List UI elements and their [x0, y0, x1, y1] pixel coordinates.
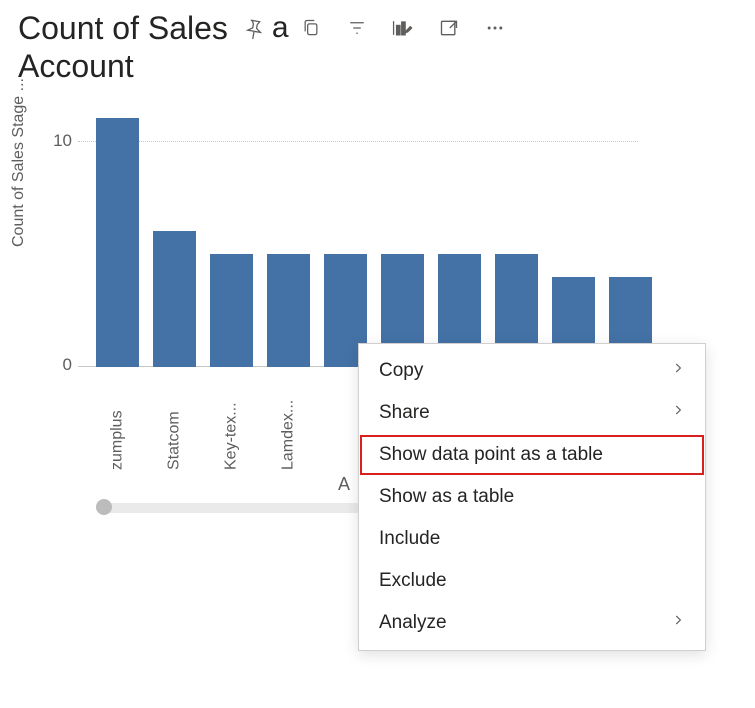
context-menu-item[interactable]: Share	[359, 392, 705, 434]
context-menu-item-label: Analyze	[379, 612, 447, 634]
pin-icon[interactable]	[240, 14, 268, 42]
context-menu-item[interactable]: Analyze	[359, 602, 705, 644]
y-axis-label: Count of Sales Stage ...	[10, 78, 28, 247]
context-menu-item[interactable]: Include	[359, 518, 705, 560]
bar[interactable]	[267, 254, 310, 367]
x-axis-tick-label: Statcom	[153, 375, 196, 470]
y-tick-0: 0	[44, 355, 72, 375]
filter-icon[interactable]	[343, 14, 371, 42]
visual-toolbar: a	[240, 11, 509, 45]
context-menu-item[interactable]: Show as a table	[359, 476, 705, 518]
x-axis-tick-label: zumplus	[96, 375, 139, 470]
personalize-visual-icon[interactable]	[389, 14, 417, 42]
visual-header: Count of Sales a	[0, 0, 755, 48]
bar[interactable]	[153, 231, 196, 367]
chevron-right-icon	[671, 360, 685, 382]
context-menu-item-label: Show as a table	[379, 486, 514, 508]
context-menu-item-label: Share	[379, 402, 430, 424]
x-axis-tick-label: Lamdex...	[267, 375, 310, 470]
scroll-thumb[interactable]	[96, 499, 112, 515]
y-tick-10: 10	[44, 131, 72, 151]
context-menu-item-label: Show data point as a table	[379, 444, 603, 466]
context-menu-item[interactable]: Copy	[359, 350, 705, 392]
context-menu-item[interactable]: Show data point as a table	[359, 434, 705, 476]
bar[interactable]	[96, 118, 139, 367]
more-options-icon[interactable]	[481, 14, 509, 42]
bars-container	[96, 97, 638, 367]
bar[interactable]	[210, 254, 253, 367]
context-menu-item-label: Include	[379, 528, 440, 550]
x-axis-tick-label: Key-tex...	[210, 375, 253, 470]
chevron-right-icon	[671, 612, 685, 634]
context-menu-item[interactable]: Exclude	[359, 560, 705, 602]
context-menu: Copy Share Show data point as a table Show …	[358, 343, 706, 651]
chevron-right-icon	[671, 402, 685, 424]
context-menu-item-label: Copy	[379, 360, 423, 382]
chart-title-line1: Count of Sales	[18, 8, 228, 48]
hidden-title-fragment: a	[272, 11, 289, 45]
focus-mode-icon[interactable]	[435, 14, 463, 42]
copy-icon[interactable]	[297, 14, 325, 42]
plot-area[interactable]: 10 0	[78, 97, 638, 367]
chart-title-line2: Account	[0, 48, 755, 85]
context-menu-item-label: Exclude	[379, 570, 447, 592]
